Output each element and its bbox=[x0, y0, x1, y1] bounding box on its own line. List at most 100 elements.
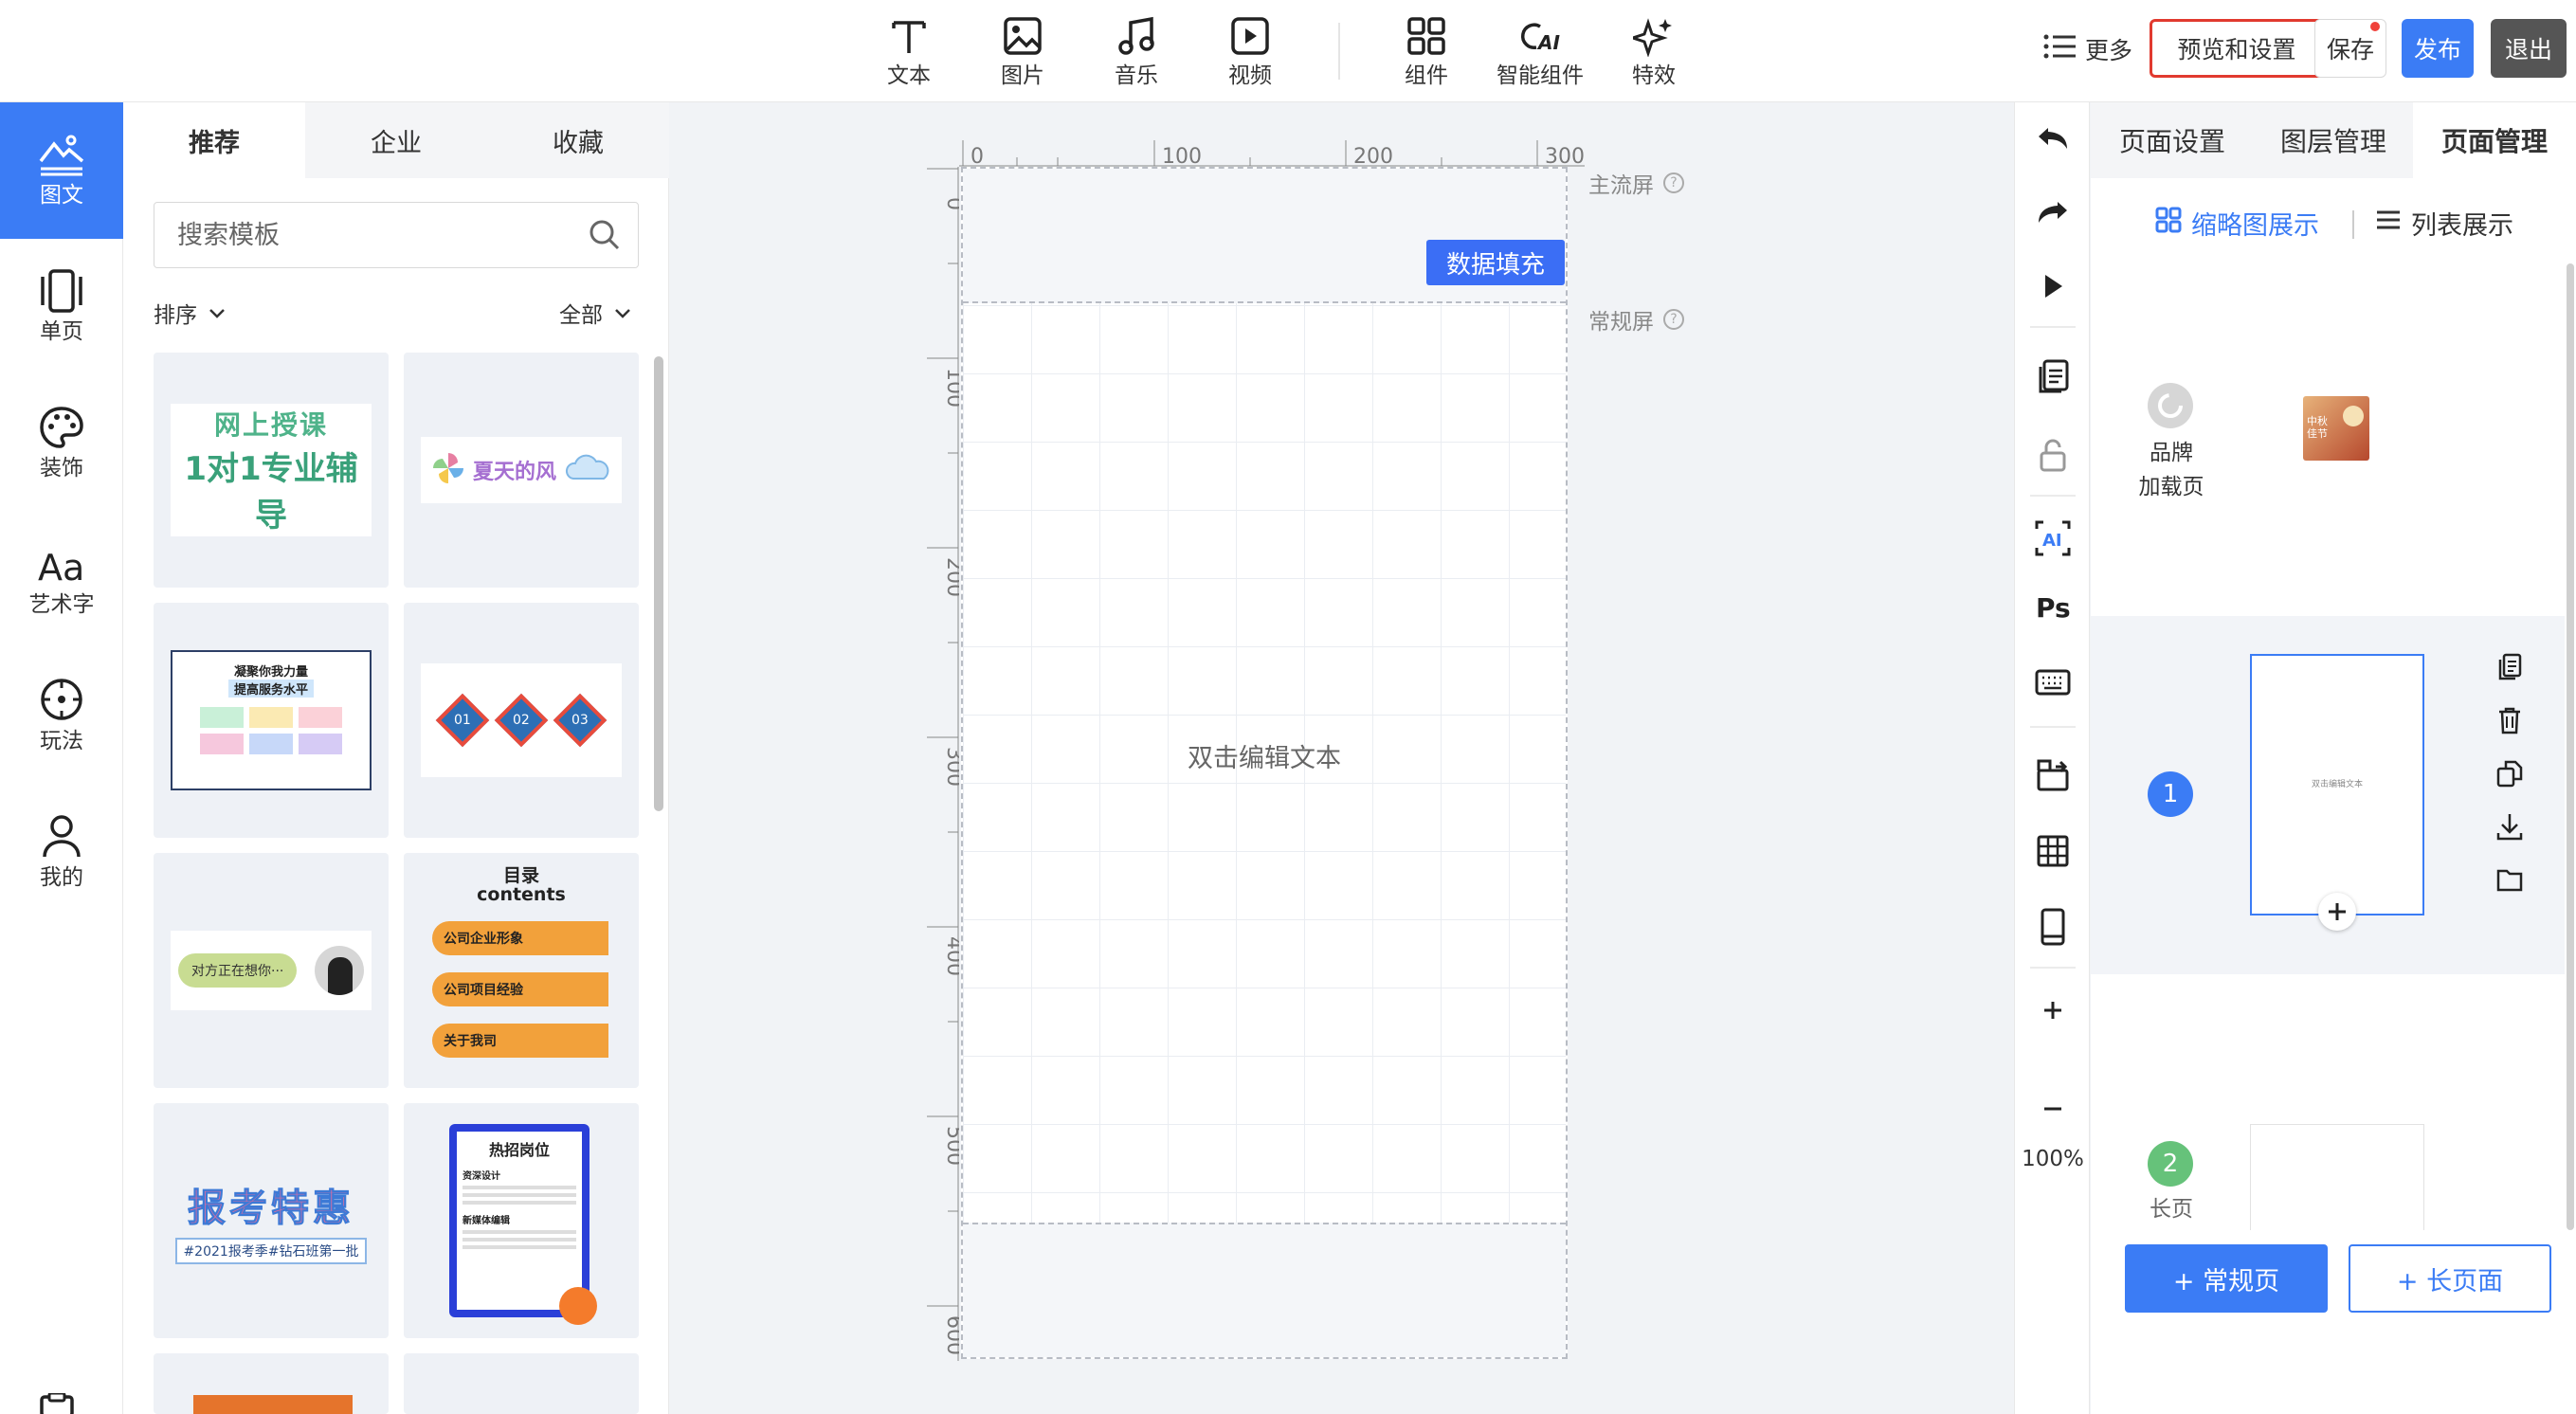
effects-tool-button[interactable]: 特效 bbox=[1602, 9, 1706, 95]
rail-label: 玩法 bbox=[40, 729, 83, 753]
template-scrollbar[interactable] bbox=[654, 356, 663, 811]
tab-favorites[interactable]: 收藏 bbox=[487, 102, 669, 178]
ai-component-tool-button[interactable]: AI 智能组件 bbox=[1488, 9, 1592, 95]
play-icon[interactable] bbox=[2015, 260, 2091, 313]
copy-icon[interactable] bbox=[2489, 646, 2531, 688]
page-manager-panel: 页面设置 图层管理 页面管理 缩略图展示 列表展示 品牌 加载页 中秋佳节 1 … bbox=[2091, 102, 2576, 1414]
toolstrip-divider bbox=[2030, 967, 2076, 969]
cloud-icon bbox=[564, 454, 611, 486]
template-search-input[interactable] bbox=[154, 202, 639, 268]
add-normal-page-button[interactable]: + 常规页 bbox=[2125, 1244, 2328, 1313]
text-icon bbox=[857, 9, 961, 63]
tab-recommended[interactable]: 推荐 bbox=[123, 102, 305, 178]
page-manager-scrollbar[interactable] bbox=[2567, 263, 2574, 1230]
photoshop-icon[interactable]: Ps bbox=[2015, 580, 2091, 633]
template-card[interactable]: 网上授课 1对1专业辅导 bbox=[154, 353, 389, 588]
rail-label: 图文 bbox=[40, 183, 83, 208]
tab-page-management[interactable]: 页面管理 bbox=[2413, 102, 2576, 178]
save-button[interactable]: 保存 bbox=[2314, 19, 2386, 78]
redo-icon[interactable] bbox=[2015, 186, 2091, 239]
music-tool-button[interactable]: 音乐 bbox=[1084, 9, 1188, 95]
page-row-1[interactable]: 1 双击编辑文本 bbox=[2091, 616, 2565, 974]
undo-icon[interactable] bbox=[2015, 112, 2091, 165]
thumbnail-view-toggle[interactable]: 缩略图展示 bbox=[2155, 205, 2319, 242]
data-fill-button[interactable]: 数据填充 bbox=[1426, 240, 1565, 285]
rail-item-single-page[interactable]: 单页 bbox=[0, 239, 123, 375]
template-card[interactable]: 对方正在想你··· bbox=[154, 853, 389, 1088]
replace-icon[interactable] bbox=[2015, 749, 2091, 802]
grid-view-icon bbox=[2155, 207, 2182, 240]
user-icon bbox=[0, 785, 123, 859]
template-card[interactable] bbox=[154, 1353, 389, 1414]
category-filter-dropdown[interactable]: 全部 bbox=[559, 297, 631, 329]
ruler-label: 300 bbox=[1545, 145, 1585, 167]
art-text-icon: Aa bbox=[0, 512, 123, 586]
rail-item-image-text[interactable]: 图文 bbox=[0, 102, 135, 239]
video-tool-button[interactable]: 视频 bbox=[1198, 9, 1302, 95]
image-tool-button[interactable]: 图片 bbox=[971, 9, 1075, 95]
page-row-2[interactable]: 2 长页 bbox=[2091, 1022, 2565, 1230]
grid-icon[interactable] bbox=[2015, 825, 2091, 878]
rail-item-decoration[interactable]: 装饰 bbox=[0, 375, 123, 512]
page-number-badge: 2 bbox=[2148, 1141, 2193, 1187]
template-card[interactable]: 凝聚你我力量 提高服务水平 bbox=[154, 603, 389, 838]
toolstrip-divider bbox=[2030, 326, 2076, 328]
components-tool-button[interactable]: 组件 bbox=[1374, 9, 1478, 95]
template-panel: 推荐 企业 收藏 排序 全部 网上授课 1对1专业辅导 夏天的风 凝聚你我力量 … bbox=[123, 102, 669, 1414]
delete-icon[interactable] bbox=[2489, 699, 2531, 741]
brand-label-line: 加载页 bbox=[2138, 475, 2204, 499]
text-tool-button[interactable]: 文本 bbox=[857, 9, 961, 95]
ruler-label: 100 bbox=[942, 368, 959, 408]
rail-label: 单页 bbox=[40, 319, 83, 344]
tab-enterprise[interactable]: 企业 bbox=[305, 102, 487, 178]
lock-icon[interactable] bbox=[2015, 428, 2091, 481]
download-icon[interactable] bbox=[2489, 806, 2531, 847]
ai-icon[interactable]: AI bbox=[2015, 512, 2091, 565]
sort-dropdown[interactable]: 排序 bbox=[154, 297, 226, 329]
tool-label: 音乐 bbox=[1115, 63, 1158, 88]
vertical-ruler: 0 100 200 300 400 500 600 bbox=[927, 167, 959, 1361]
rail-item-art-text[interactable]: Aa 艺术字 bbox=[0, 512, 123, 648]
list-view-toggle[interactable]: 列表展示 bbox=[2375, 205, 2513, 242]
help-icon[interactable]: ? bbox=[1663, 172, 1684, 193]
preview-settings-button[interactable]: 预览和设置 bbox=[2150, 19, 2324, 78]
exit-button[interactable]: 退出 bbox=[2491, 19, 2567, 78]
toolbar-divider bbox=[1338, 23, 1340, 80]
template-card[interactable] bbox=[404, 1353, 639, 1414]
search-icon[interactable] bbox=[588, 218, 622, 256]
more-button[interactable]: 更多 bbox=[2043, 28, 2132, 70]
add-long-page-button[interactable]: + 长页面 bbox=[2349, 1244, 2551, 1313]
canvas-text-element[interactable]: 双击编辑文本 bbox=[963, 737, 1566, 774]
music-icon bbox=[1084, 9, 1188, 63]
template-card[interactable]: 报考特惠 #2021报考季#钻石班第一批 bbox=[154, 1103, 389, 1338]
page-canvas[interactable]: 双击编辑文本 bbox=[961, 167, 1568, 1359]
top-toolbar: 文本 图片 音乐 视频 组件 AI 智能组件 特效 更多 预览和设置 保存 发布… bbox=[0, 0, 2576, 102]
template-card[interactable]: 热招岗位 资深设计 新媒体编辑 bbox=[404, 1103, 639, 1338]
mobile-preview-icon[interactable] bbox=[2015, 900, 2091, 953]
page-thumbnail-1[interactable]: 双击编辑文本 bbox=[2250, 654, 2424, 931]
zoom-in-icon[interactable] bbox=[2015, 984, 2091, 1037]
keyboard-icon[interactable] bbox=[2015, 656, 2091, 709]
rail-item-gameplay[interactable]: 玩法 bbox=[0, 648, 123, 785]
clipboard-icon[interactable] bbox=[38, 1391, 76, 1414]
avatar bbox=[315, 946, 364, 995]
page-thumbnail-2[interactable] bbox=[2250, 1124, 2424, 1230]
template-thumbnail: 对方正在想你··· bbox=[171, 931, 372, 1010]
tab-page-settings[interactable]: 页面设置 bbox=[2091, 102, 2254, 178]
video-icon bbox=[1198, 9, 1302, 63]
template-card[interactable]: 01 02 03 bbox=[404, 603, 639, 838]
template-card[interactable]: 目录 contents 公司企业形象 公司项目经验 关于我司 bbox=[404, 853, 639, 1088]
tab-layer-management[interactable]: 图层管理 bbox=[2252, 102, 2415, 178]
help-icon[interactable]: ? bbox=[1663, 309, 1684, 330]
folder-icon[interactable] bbox=[2489, 859, 2531, 900]
horizontal-ruler: 0 100 200 300 bbox=[959, 140, 1585, 167]
publish-button[interactable]: 发布 bbox=[2402, 19, 2474, 78]
brand-page-thumbnail[interactable]: 中秋佳节 bbox=[2303, 396, 2369, 461]
template-card[interactable]: 夏天的风 bbox=[404, 353, 639, 588]
zoom-out-icon[interactable] bbox=[2015, 1082, 2091, 1135]
add-page-icon[interactable] bbox=[2318, 893, 2356, 931]
copy-page-icon[interactable] bbox=[2015, 351, 2091, 404]
sort-label: 排序 bbox=[154, 303, 197, 328]
rail-item-mine[interactable]: 我的 bbox=[0, 785, 123, 921]
duplicate-icon[interactable] bbox=[2489, 752, 2531, 794]
